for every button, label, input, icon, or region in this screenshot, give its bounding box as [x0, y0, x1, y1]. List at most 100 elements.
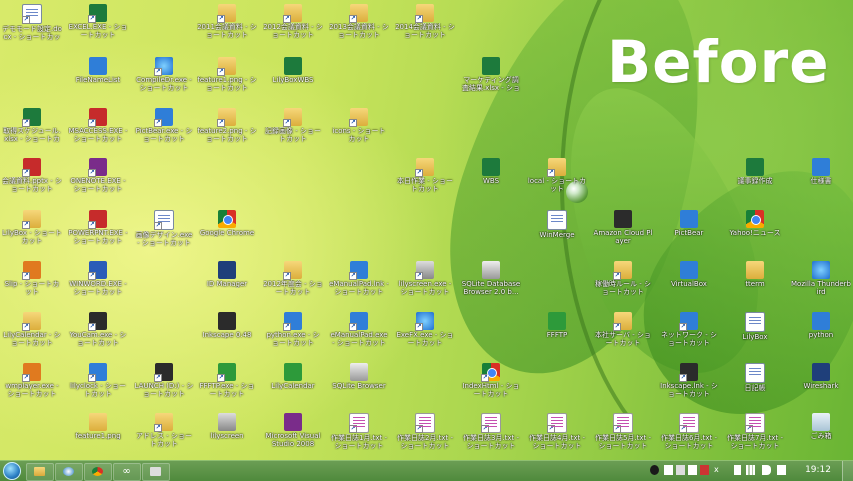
desktop-icon[interactable]: Mozilla Thunderbird [791, 261, 851, 301]
desktop-icon[interactable]: ↗ 画像デザイン.exe - ショートカット [134, 210, 194, 250]
desktop-icon[interactable]: ↗ 本社サーバ - ショートカット [593, 312, 653, 352]
desktop-icon[interactable]: ↗ YouCam.exe - ショートカット [68, 312, 128, 352]
desktop-icon[interactable]: PictBear [659, 210, 719, 250]
desktop-icon[interactable]: ↗ lilyclock - ショートカット [68, 363, 128, 403]
desktop-icon[interactable]: WBS [461, 158, 521, 198]
desktop-icon[interactable]: ↗ 作業日誌7月.txt - ショートカット [725, 413, 785, 453]
desktop-icon[interactable]: LilyCalendar [263, 363, 323, 403]
tray-icon[interactable] [688, 465, 697, 475]
desktop-icon[interactable]: ↗ 稼働時ルール - ショートカット [593, 261, 653, 301]
desktop-icon[interactable]: lilyscreen [197, 413, 257, 453]
show-desktop-button[interactable] [842, 461, 853, 481]
desktop-icon[interactable]: ↗ MSACCESS.EXE - ショートカット [68, 108, 128, 148]
desktop-icon[interactable]: ↗ 2014会議資料 - ショートカット [395, 4, 455, 44]
tray-icon[interactable] [676, 465, 685, 475]
app-tray-icon[interactable] [664, 465, 673, 475]
desktop-icon[interactable]: FFFTP [527, 312, 587, 352]
desktop-icon[interactable]: ↗ LilyBox - ショートカット [2, 210, 62, 250]
desktop-icon[interactable]: ↗取得スケジュール.xlsx - ショートカット [2, 108, 62, 148]
video-taskbar-button[interactable] [142, 463, 170, 481]
desktop-icon[interactable]: ↗ feature1.png - ショートカット [197, 57, 257, 97]
desktop-icon[interactable]: ↗ python.exe - ショートカット [263, 312, 323, 352]
language-icon[interactable] [777, 465, 786, 475]
desktop-icon[interactable]: LilyBox [725, 312, 785, 352]
desktop-icon[interactable]: WinMerge [527, 210, 587, 250]
desktop-icon[interactable]: ↗ wmplayer.exe - ショートカット [2, 363, 62, 403]
desktop-icon[interactable]: ↗ eManualPad.lnk - ショートカット [329, 261, 389, 301]
desktop-icon[interactable]: Wireshark [791, 363, 851, 403]
desktop-icon[interactable]: ↗ 記録画像 - ショートカット [263, 108, 323, 148]
desktop-icon[interactable]: ↗ 作業日誌5月.txt - ショートカット [593, 413, 653, 453]
desktop-icon[interactable]: ↗ 2013会議資料 - ショートカット [329, 4, 389, 44]
desktop-icon[interactable]: ↗ 作業日誌3月.txt - ショートカット [461, 413, 521, 453]
tray-icon[interactable] [700, 465, 709, 475]
desktop-icon[interactable]: VirtualBox [659, 261, 719, 301]
chrome-taskbar-button[interactable] [84, 463, 112, 481]
desktop-icon[interactable]: ごみ箱 [791, 413, 851, 453]
desktop-icon[interactable]: ↗ 作業日誌6月.txt - ショートカット [659, 413, 719, 453]
ime-icon[interactable] [650, 465, 659, 475]
desktop-icon[interactable]: ↗ ExeFX.exe - ショートカット [395, 312, 455, 352]
network-icon[interactable] [734, 465, 741, 475]
volume-icon[interactable] [762, 465, 771, 475]
desktop-icon[interactable]: ↗ WINWORD.EXE - ショートカット [68, 261, 128, 301]
desktop-icon[interactable]: ↗ icons - ショートカット [329, 108, 389, 148]
desktop-icon[interactable]: ↗ LilyCalendar - ショートカット [2, 312, 62, 352]
notification-icon[interactable]: x [714, 465, 723, 475]
infinity-taskbar-button[interactable]: ∞ [113, 463, 141, 481]
signal-icon[interactable] [746, 465, 755, 475]
desktop-icon[interactable]: python [791, 312, 851, 352]
desktop-icon[interactable]: ↗ PictBear.exe - ショートカット [134, 108, 194, 148]
desktop-icon[interactable]: FileNameList [68, 57, 128, 97]
desktop-icon[interactable]: ↗ 本日作業 - ショートカット [395, 158, 455, 198]
desktop-icon[interactable]: feature1.png [68, 413, 128, 453]
desktop-icon[interactable]: Yahoo!ニュース [725, 210, 785, 250]
desktop-icon[interactable]: ↗ eManualPad.exe - ショートカット [329, 312, 389, 352]
desktop-icon[interactable]: SQLite Database Browser 2.0 b... [461, 261, 521, 301]
desktop-icon[interactable]: ↗ FFFTP.exe - ショートカット [197, 363, 257, 403]
desktop-icon[interactable]: LilyBoxWBS [263, 57, 323, 97]
desktop-icon[interactable]: tterm [725, 261, 785, 301]
desktop-icon[interactable]: ↗ CompileDr.exe - ショートカット [134, 57, 194, 97]
desktop-icon[interactable]: ↗ ONENOTE.EXE - ショートカット [68, 158, 128, 198]
desktop-icon[interactable]: ↗ IndexHtml - ショートカット [461, 363, 521, 403]
shortcut-arrow-icon: ↗ [217, 374, 225, 382]
desktop-icon[interactable]: ↗ 作業日誌2月.txt - ショートカット [395, 413, 455, 453]
desktop-icon[interactable]: ↗ local - ショートカット [527, 158, 587, 198]
desktop-icon[interactable]: Google Chrome [197, 210, 257, 250]
shortcut-arrow-icon: ↗ [22, 374, 30, 382]
explorer-taskbar-button[interactable] [26, 463, 54, 481]
clock[interactable]: 19:12 [805, 465, 831, 475]
desktop-icon[interactable]: 仕様書 [791, 158, 851, 198]
desktop-icon[interactable]: ↗ アドレス - ショートカット [134, 413, 194, 453]
desktop-icon[interactable]: Microsoft Visual Studio 2008 [263, 413, 323, 453]
desktop-icon[interactable]: ↗デモモード設定.docx - ショートカット [2, 4, 62, 44]
desktop-icon[interactable]: Amazon Cloud Player [593, 210, 653, 250]
desktop-icon[interactable]: 日記帳 [725, 363, 785, 403]
start-button[interactable] [3, 462, 21, 480]
desktop-icon[interactable]: Inkscape 0.48 [197, 312, 257, 352]
desktop-icon[interactable]: ↗ ネットワーク - ショートカット [659, 312, 719, 352]
desktop-icon[interactable]: ID Manager [197, 261, 257, 301]
desktop-icon[interactable]: ↗ 会議資料.pptx - ショートカット [2, 158, 62, 198]
desktop-icon[interactable]: ↗ lilyscreen.exe - ショートカット [395, 261, 455, 301]
desktop-icon[interactable]: ↗ 2011会議資料 - ショートカット [197, 4, 257, 44]
desktop-icon[interactable]: 議事録作成 [725, 158, 785, 198]
dark-icon: ↗ [679, 363, 698, 382]
desktop-icon[interactable]: ↗ 2012会議資料 - ショートカット [263, 4, 323, 44]
media-player-taskbar-button[interactable] [55, 463, 83, 481]
blue-icon [89, 57, 107, 75]
desktop-icon-label: ごみ箱 [810, 432, 832, 440]
desktop-icon[interactable]: ↗ EXCEL.EXE - ショートカット [68, 4, 128, 44]
desktop-icon[interactable]: ↗ 作業日誌4月.txt - ショートカット [527, 413, 587, 453]
desktop-icon[interactable]: ↗ Inkscape.lnk - ショートカット [659, 363, 719, 403]
desktop-icon[interactable]: ↗ POWERPNT.EXE - ショートカット [68, 210, 128, 250]
text-icon: ↗ [679, 413, 699, 433]
desktop-icon[interactable]: ↗ Slip - ショートカット [2, 261, 62, 301]
desktop-icon[interactable]: ↗ LAUNCH (D:) - ショートカット [134, 363, 194, 403]
desktop-icon[interactable]: ↗ feature2.png - ショートカット [197, 108, 257, 148]
desktop-icon[interactable]: マーケティング調査結果.xlsx - ショート... [461, 57, 521, 97]
desktop-icon[interactable]: ↗ 2012年度会 - ショートカット [263, 261, 323, 301]
desktop-icon[interactable]: SQLite Browser [329, 363, 389, 403]
desktop-icon[interactable]: ↗ 作業日誌1月.txt - ショートカット [329, 413, 389, 453]
